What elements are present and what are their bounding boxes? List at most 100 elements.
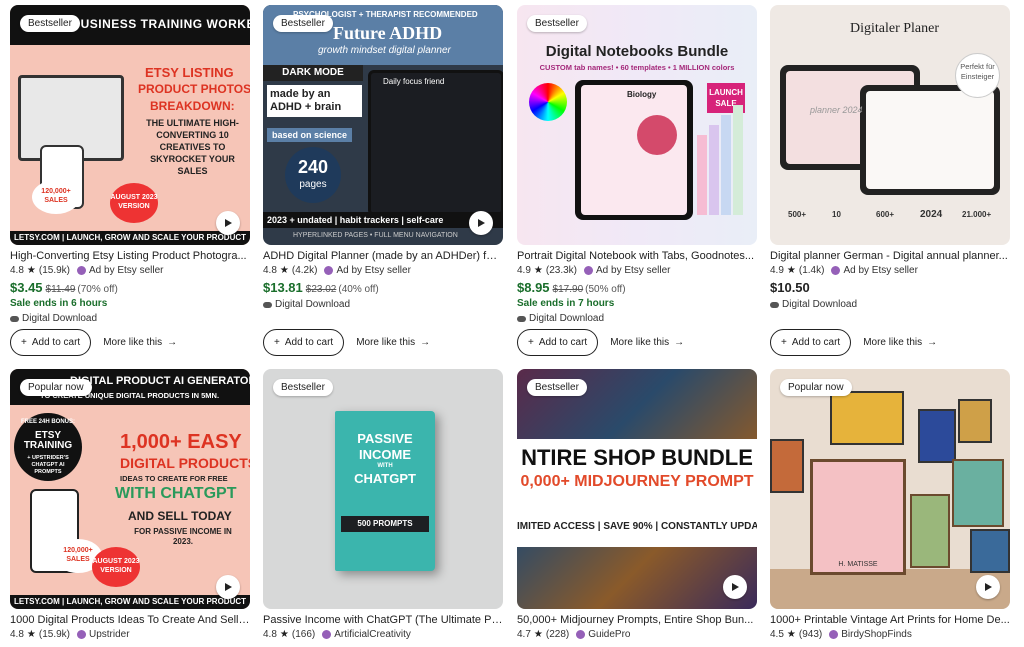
arrow-right-icon: →	[420, 337, 431, 348]
more-like-this-link[interactable]: More like this →	[356, 337, 430, 348]
image-text: DIGITAL PRODUCT AI GENERATOR	[70, 375, 250, 387]
image-text: LETSY.COM | LAUNCH, GROW AND SCALE YOUR …	[14, 233, 247, 242]
price-row: $8.95 $17.90 (50% off)	[517, 280, 757, 295]
review-count: (23.3k)	[545, 265, 577, 276]
popular-now-badge: Popular now	[20, 379, 92, 396]
star-icon: ★	[26, 629, 36, 640]
rating-row: 4.7 ★ (228) GuidePro	[517, 629, 757, 640]
product-title[interactable]: Passive Income with ChatGPT (The Ultimat…	[263, 614, 503, 626]
product-image[interactable]: H. MATISSE Popular now	[770, 369, 1010, 609]
review-count: (166)	[291, 629, 316, 640]
image-text: PASSIVE	[357, 431, 413, 446]
image-text: FREE 24H BONUS:	[20, 419, 75, 425]
more-like-this-link[interactable]: More like this →	[610, 337, 684, 348]
image-text: FOR PASSIVE INCOME IN 2023.	[134, 527, 232, 546]
product-image[interactable]: PSYCHOLOGIST + THERAPIST RECOMMENDED Fut…	[263, 5, 503, 245]
rating-row: 4.8 ★ (4.2k) Ad by Etsy seller	[263, 265, 503, 276]
play-video-button[interactable]	[723, 575, 747, 599]
rating-value: 4.9	[517, 265, 531, 276]
image-text: planner 2024	[810, 105, 863, 115]
product-card[interactable]: Digitaler Planer planner 2024 Perfekt fü…	[770, 5, 1010, 310]
product-image[interactable]: Digitaler Planer planner 2024 Perfekt fü…	[770, 5, 1010, 245]
image-text: + UPSTRIDER'S CHATGPT AI PROMPTS	[27, 455, 69, 475]
product-image[interactable]: NTIRE SHOP BUNDLE 0,000+ MIDJOURNEY PROM…	[517, 369, 757, 609]
discount: (40% off)	[338, 284, 379, 295]
image-text: 600+	[876, 210, 895, 219]
product-title[interactable]: 1000 Digital Products Ideas To Create An…	[10, 614, 250, 626]
review-count: (15.9k)	[38, 629, 70, 640]
add-to-cart-button[interactable]: + Add to cart	[517, 329, 599, 356]
product-title[interactable]: 50,000+ Midjourney Prompts, Entire Shop …	[517, 614, 757, 626]
rating-value: 4.8	[263, 265, 277, 276]
plus-icon: +	[781, 337, 787, 348]
product-title[interactable]: Digital planner German - Digital annual …	[770, 250, 1010, 262]
seller-name[interactable]: ArtificialCreativity	[334, 629, 411, 640]
image-text: Biology	[627, 90, 657, 99]
seller-icon	[77, 630, 86, 639]
star-icon: ★	[533, 265, 543, 276]
seller-name[interactable]: Ad by Etsy seller	[89, 265, 163, 276]
seller-name[interactable]: GuidePro	[588, 629, 630, 640]
star-icon: ★	[279, 629, 289, 640]
play-icon	[985, 583, 992, 591]
more-like-this-link[interactable]: More like this →	[863, 337, 937, 348]
image-text: CHATGPT	[354, 471, 416, 486]
discount: (70% off)	[77, 284, 118, 295]
seller-name[interactable]: Ad by Etsy seller	[843, 265, 917, 276]
bestseller-badge: Bestseller	[527, 379, 587, 396]
star-icon: ★	[786, 629, 796, 640]
image-text: ETSY LISTING	[145, 65, 234, 80]
product-title[interactable]: High-Converting Etsy Listing Product Pho…	[10, 250, 250, 262]
play-video-button[interactable]	[216, 575, 240, 599]
image-text: 21.000+	[962, 210, 992, 219]
image-text: Daily focus friend	[383, 77, 445, 86]
image-text: DIGITAL PRODUCTS	[120, 455, 250, 471]
product-image[interactable]: SMALL BUSINESS TRAINING WORKBOOK ETSY LI…	[10, 5, 250, 245]
rating-row: 4.5 ★ (943) BirdyShopFinds	[770, 629, 1010, 640]
image-text: Digitaler Planer	[850, 21, 940, 36]
product-card[interactable]: SMALL BUSINESS TRAINING WORKBOOK ETSY LI…	[10, 5, 250, 324]
image-text: 1,000+ EASY	[120, 431, 242, 453]
seller-icon	[584, 266, 593, 275]
product-card[interactable]: Digital Notebooks Bundle CUSTOM tab name…	[517, 5, 757, 324]
product-title[interactable]: Portrait Digital Notebook with Tabs, Goo…	[517, 250, 757, 262]
seller-name[interactable]: BirdyShopFinds	[841, 629, 912, 640]
image-text: made by an ADHD + brain	[267, 85, 362, 117]
review-count: (15.9k)	[38, 265, 70, 276]
product-card[interactable]: H. MATISSE Popular now 1000+ Printable V…	[770, 369, 1010, 640]
add-to-cart-button[interactable]: + Add to cart	[10, 329, 92, 356]
product-card[interactable]: DIGITAL PRODUCT AI GENERATOR TO CREATE U…	[10, 369, 250, 640]
seller-icon	[829, 630, 839, 639]
arrow-right-icon: →	[167, 337, 178, 348]
product-title[interactable]: ADHD Digital Planner (made by an ADHDer)…	[263, 250, 503, 262]
review-count: (4.2k)	[291, 265, 318, 276]
more-like-this-link[interactable]: More like this →	[103, 337, 177, 348]
play-icon	[732, 583, 739, 591]
add-to-cart-button[interactable]: + Add to cart	[770, 329, 852, 356]
product-card[interactable]: NTIRE SHOP BUNDLE 0,000+ MIDJOURNEY PROM…	[517, 369, 757, 640]
sale-price: $13.81	[263, 280, 303, 295]
play-icon	[225, 219, 232, 227]
seller-name[interactable]: Ad by Etsy seller	[336, 265, 410, 276]
plus-icon: +	[274, 337, 280, 348]
play-video-button[interactable]	[216, 211, 240, 235]
bestseller-badge: Bestseller	[273, 379, 333, 396]
seller-icon	[831, 266, 841, 275]
image-text: LETSY.COM | LAUNCH, GROW AND SCALE YOUR …	[14, 597, 247, 606]
image-text: based on science	[267, 128, 353, 142]
play-video-button[interactable]	[469, 211, 493, 235]
seller-name[interactable]: Ad by Etsy seller	[596, 265, 670, 276]
add-to-cart-button[interactable]: + Add to cart	[263, 329, 345, 356]
product-image[interactable]: Digital Notebooks Bundle CUSTOM tab name…	[517, 5, 757, 245]
image-text: Digital Notebooks Bundle	[545, 43, 729, 60]
seller-name[interactable]: Upstrider	[89, 629, 130, 640]
product-image[interactable]: DIGITAL PRODUCT AI GENERATOR TO CREATE U…	[10, 369, 250, 609]
product-title[interactable]: 1000+ Printable Vintage Art Prints for H…	[770, 614, 1010, 626]
rating-value: 4.7	[517, 629, 531, 640]
cloud-icon	[10, 315, 19, 322]
product-card[interactable]: PSYCHOLOGIST + THERAPIST RECOMMENDED Fut…	[263, 5, 503, 310]
arrow-right-icon: →	[927, 337, 938, 348]
product-card[interactable]: PASSIVE INCOME WITH CHATGPT 500 PROMPTS …	[263, 369, 503, 640]
product-image[interactable]: PASSIVE INCOME WITH CHATGPT 500 PROMPTS …	[263, 369, 503, 609]
play-video-button[interactable]	[976, 575, 1000, 599]
